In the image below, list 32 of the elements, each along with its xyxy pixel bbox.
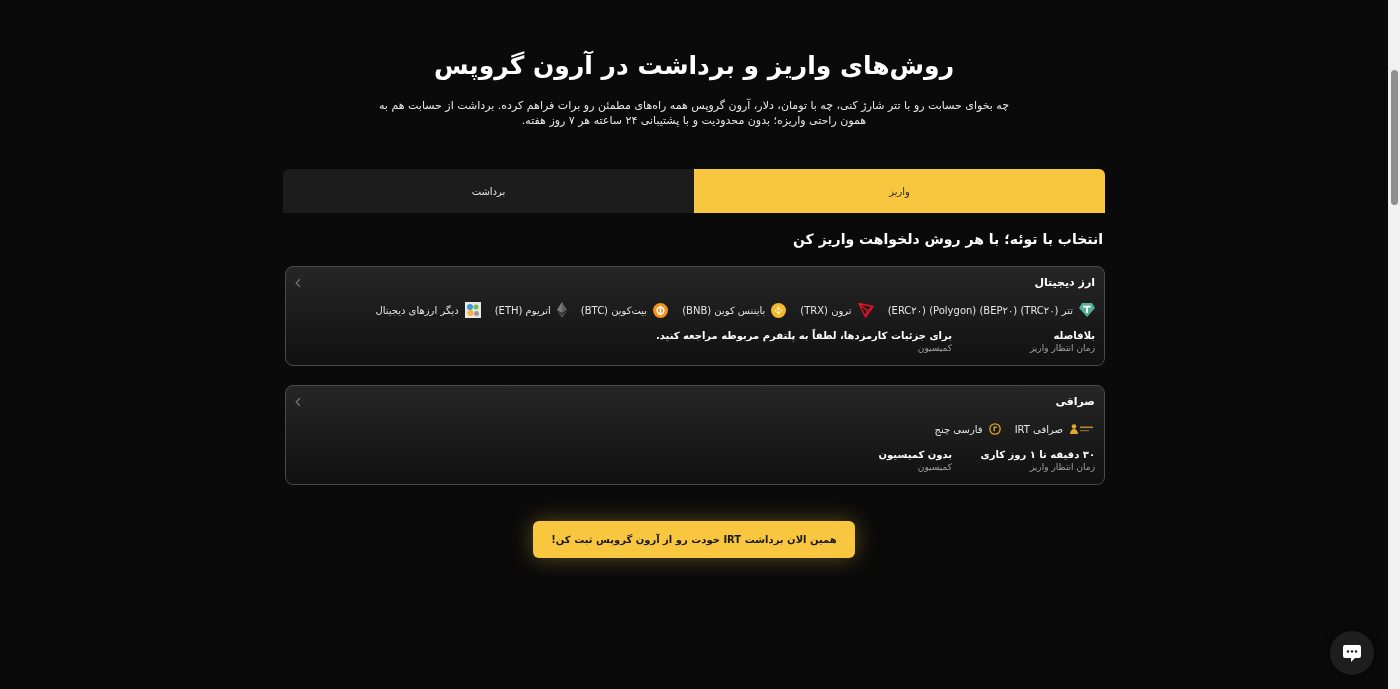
tether-icon xyxy=(1079,303,1095,317)
ethereum-icon xyxy=(556,302,567,318)
section-heading: انتخاب با توئه؛ با هر روش دلخواهت واریز کن xyxy=(792,230,1104,249)
coins-image-icon xyxy=(464,302,481,318)
tab[interactable]: برداشت xyxy=(283,169,694,213)
detail-label: زمان انتظار واریز xyxy=(1028,342,1095,355)
tab[interactable]: واریز xyxy=(694,169,1105,213)
detail-value: برای جزئیات کارمزدها، لطفاً به پلتفرم مربوطه مراجعه کنید. xyxy=(656,329,952,342)
detail-label: کمیسیون xyxy=(916,342,952,355)
method-title: صرافی xyxy=(1055,393,1095,410)
tron-icon xyxy=(857,302,874,318)
chevron-left-icon[interactable] xyxy=(295,397,301,407)
detail-value: بلافاصله xyxy=(1052,329,1095,342)
detail-value: ۳۰ دقیقه تا ۱ روز کاری xyxy=(979,448,1095,461)
detail-value: بدون کمیسیون xyxy=(878,448,952,461)
circle-logo-icon xyxy=(988,423,1001,435)
chat-button[interactable] xyxy=(1330,631,1374,675)
cta-button[interactable]: همین الان برداشت IRT خودت رو از آرون گروپس ثبت کن! xyxy=(533,521,855,558)
bnb-icon xyxy=(771,302,787,318)
page-title: روش‌های واریز و برداشت در آرون گروپس xyxy=(433,49,955,83)
chevron-left-icon[interactable] xyxy=(295,278,301,288)
scrollbar[interactable] xyxy=(1388,0,1400,689)
bitcoin-icon xyxy=(653,302,669,318)
exchanger-logo-icon xyxy=(1069,423,1095,435)
chat-bubble-icon xyxy=(1342,643,1362,663)
detail-label: زمان انتظار واریز xyxy=(1028,461,1095,474)
method-title: ارز دیجیتال xyxy=(1034,274,1095,291)
currency-label: دیگر ارزهای دیجیتال xyxy=(375,303,459,318)
currency-label: فارسی چنج xyxy=(934,422,983,437)
scrollbar-thumb[interactable] xyxy=(1390,70,1398,205)
page-subtitle: چه بخوای حسابت رو با تتر شارژ کنی، چه با تومان، دلار، آرون گروپس همه راه‌های مطمئن رو برات فراهم کرده. برداشت از حسابت هم به همون راحتی واریزه؛ بدون محدودیت و با پشتیبانی ۲۴ ساعته هر ۷ روز هفته. xyxy=(377,98,1011,128)
detail-label: کمیسیون xyxy=(916,461,952,474)
